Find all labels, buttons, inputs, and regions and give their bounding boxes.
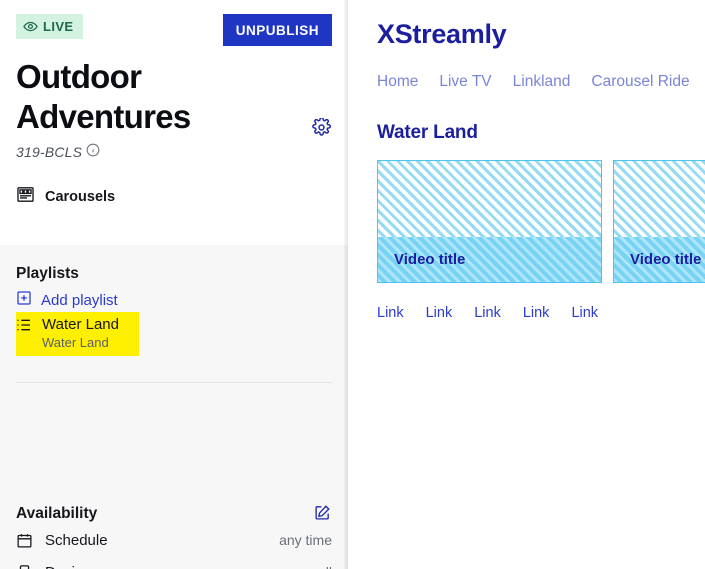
footer-link[interactable]: Link bbox=[571, 305, 598, 321]
details-sidebar: LIVE UNPUBLISH Outdoor Adventures 319-BC… bbox=[0, 0, 348, 569]
unpublish-button[interactable]: UNPUBLISH bbox=[222, 14, 332, 46]
footer-link[interactable]: Link bbox=[474, 305, 501, 321]
list-item-text: Water Land Water Land bbox=[42, 315, 119, 352]
app-root: LIVE UNPUBLISH Outdoor Adventures 319-BC… bbox=[0, 0, 705, 569]
video-card-band: Video title bbox=[378, 237, 601, 282]
sidebar-header: LIVE UNPUBLISH Outdoor Adventures 319-BC… bbox=[0, 0, 348, 245]
footer-link[interactable]: Link bbox=[523, 305, 550, 321]
playlist-subtitle: Water Land bbox=[42, 335, 109, 350]
availability-heading: Availability bbox=[16, 505, 98, 522]
playlists-heading: Playlists bbox=[16, 265, 79, 282]
edit-square-icon bbox=[314, 504, 331, 524]
video-card-band: Video title bbox=[614, 237, 705, 282]
list-icon bbox=[16, 318, 33, 337]
status-badge: LIVE bbox=[16, 14, 83, 39]
status-badge-label: LIVE bbox=[43, 19, 74, 34]
availability-label-schedule: Schedule bbox=[45, 531, 108, 549]
carousels-nav-item[interactable]: Carousels bbox=[16, 185, 332, 209]
plus-square-icon bbox=[16, 290, 32, 311]
preview-section-title: Water Land bbox=[377, 122, 478, 143]
add-playlist-button[interactable]: Add playlist bbox=[16, 288, 332, 312]
nav-item-live-tv[interactable]: Live TV bbox=[439, 73, 491, 91]
availability-row-schedule[interactable]: Schedule any time bbox=[16, 524, 332, 556]
availability-label-devices: Devices bbox=[45, 564, 307, 569]
calendar-icon bbox=[16, 532, 34, 549]
device-icon bbox=[16, 564, 34, 569]
availability-value-devices: all bbox=[318, 564, 332, 569]
video-card-title: Video title bbox=[394, 251, 466, 268]
settings-button[interactable] bbox=[310, 117, 332, 140]
sidebar-body: Playlists Add playlist Water Land Water … bbox=[0, 245, 348, 569]
footer-link[interactable]: Link bbox=[426, 305, 453, 321]
video-card[interactable]: Video title bbox=[613, 160, 705, 283]
preview-brand: XStreamly bbox=[377, 19, 507, 49]
video-card-title: Video title bbox=[630, 251, 702, 268]
edit-availability-button[interactable] bbox=[312, 504, 332, 524]
header-top-row: LIVE UNPUBLISH bbox=[16, 14, 332, 48]
availability-value-schedule: any time bbox=[279, 532, 332, 548]
preview-panel: XStreamly Home Live TV Linkland Carousel… bbox=[348, 0, 705, 569]
availability-row-devices[interactable]: Devices all bbox=[16, 556, 332, 569]
playlist-list: Add playlist Water Land Water Land bbox=[16, 288, 332, 356]
footer-link[interactable]: Link bbox=[377, 305, 404, 321]
list-item[interactable]: Water Land Water Land bbox=[16, 312, 139, 356]
page-title: Outdoor Adventures bbox=[16, 58, 191, 135]
preview-links: Link Link Link Link Link bbox=[377, 305, 705, 321]
content-code: 319-BCLS bbox=[16, 143, 332, 160]
video-card[interactable]: Video title bbox=[377, 160, 602, 283]
eye-icon bbox=[23, 19, 38, 34]
section-divider bbox=[16, 382, 332, 383]
content-code-value: 319-BCLS bbox=[16, 143, 83, 160]
gear-icon bbox=[311, 117, 331, 140]
carousels-label: Carousels bbox=[45, 189, 116, 205]
add-playlist-label: Add playlist bbox=[41, 291, 118, 309]
nav-item-linkland[interactable]: Linkland bbox=[513, 73, 571, 91]
video-card-list: Video title Video title bbox=[377, 160, 705, 283]
info-icon[interactable] bbox=[86, 143, 100, 160]
nav-item-home[interactable]: Home bbox=[377, 73, 418, 91]
nav-item-carousel-ride[interactable]: Carousel Ride bbox=[591, 73, 689, 91]
carousel-icon bbox=[16, 185, 35, 209]
playlist-name: Water Land bbox=[42, 316, 119, 333]
preview-nav: Home Live TV Linkland Carousel Ride bbox=[377, 73, 705, 91]
